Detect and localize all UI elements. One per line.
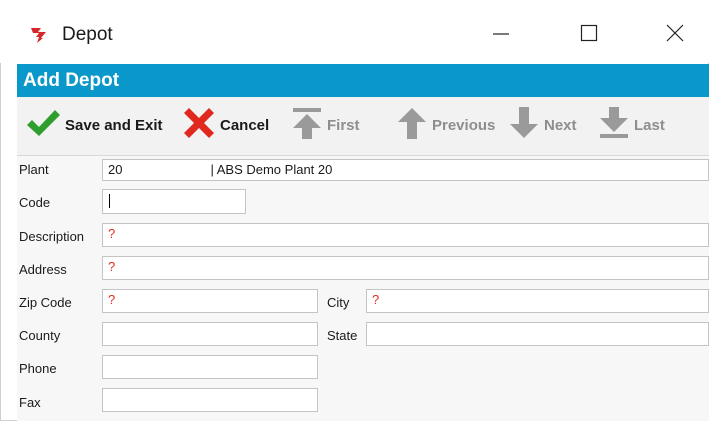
next-label: Next: [544, 116, 577, 134]
window-title: Depot: [62, 24, 113, 45]
zip-code-input[interactable]: ?: [102, 289, 318, 313]
down-arrow-icon: [508, 106, 540, 145]
first-button[interactable]: First: [291, 107, 360, 143]
plant-label: Plant: [19, 162, 49, 177]
state-label: State: [327, 328, 358, 343]
county-label: County: [19, 328, 61, 343]
city-label: City: [327, 295, 350, 310]
description-required-marker: ?: [108, 226, 116, 241]
first-label: First: [327, 116, 360, 134]
county-input[interactable]: [102, 322, 318, 346]
save-and-exit-label: Save and Exit: [65, 116, 163, 134]
depot-form: Plant 20 | ABS Demo Plant 20 Code Descrip…: [17, 156, 709, 421]
city-input[interactable]: ?: [366, 289, 709, 313]
address-label: Address: [19, 262, 67, 277]
next-button[interactable]: Next: [508, 106, 577, 145]
phone-label: Phone: [19, 361, 57, 376]
maximize-icon: [580, 24, 598, 47]
plant-name: | ABS Demo Plant 20: [210, 162, 333, 177]
form-title: Add Depot: [23, 70, 120, 91]
description-label: Description: [19, 229, 85, 244]
plant-field[interactable]: 20 | ABS Demo Plant 20: [102, 159, 709, 181]
description-input[interactable]: ?: [102, 223, 709, 247]
depot-app-icon: [30, 26, 50, 44]
code-label: Code: [19, 195, 51, 210]
state-input[interactable]: [366, 322, 709, 346]
zip-code-label: Zip Code: [19, 295, 72, 310]
last-button[interactable]: Last: [598, 106, 665, 145]
address-input[interactable]: ?: [102, 256, 709, 280]
form-header: Add Depot: [17, 64, 709, 97]
previous-button[interactable]: Previous: [396, 107, 495, 143]
city-required-marker: ?: [372, 292, 380, 307]
close-button[interactable]: [652, 14, 698, 56]
first-arrow-icon: [291, 106, 323, 145]
minimize-button[interactable]: [478, 14, 524, 56]
fax-input[interactable]: [102, 388, 318, 412]
code-input[interactable]: [102, 189, 246, 214]
title-bar: Depot: [0, 0, 709, 63]
phone-input[interactable]: [102, 355, 318, 379]
previous-label: Previous: [432, 116, 496, 134]
depot-window: Depot Add Depot Save and Exit Cancel Fir…: [0, 0, 709, 421]
minimize-icon: [492, 24, 510, 47]
last-label: Last: [634, 116, 665, 134]
cancel-label: Cancel: [220, 116, 270, 134]
close-icon: [666, 24, 684, 47]
text-cursor: [109, 194, 110, 208]
zip-required-marker: ?: [108, 292, 116, 307]
save-and-exit-button[interactable]: Save and Exit: [25, 107, 163, 143]
x-icon: [182, 106, 216, 145]
checkmark-icon: [25, 107, 61, 144]
plant-code: 20: [108, 162, 123, 177]
up-arrow-icon: [396, 106, 428, 145]
maximize-button[interactable]: [566, 14, 612, 56]
address-required-marker: ?: [108, 259, 116, 274]
last-arrow-icon: [598, 106, 630, 145]
cancel-button[interactable]: Cancel: [182, 107, 269, 143]
fax-label: Fax: [19, 395, 41, 410]
toolbar: Save and Exit Cancel First Previous Next…: [17, 97, 709, 156]
